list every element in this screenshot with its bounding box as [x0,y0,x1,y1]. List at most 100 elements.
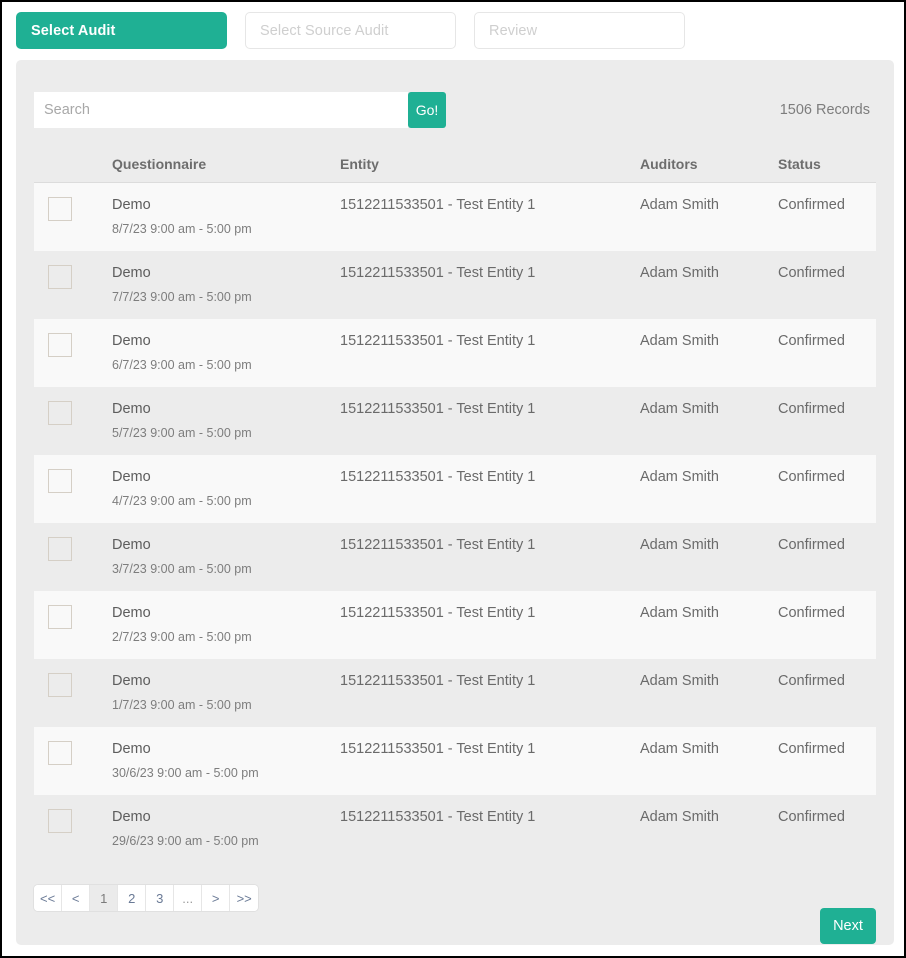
row-select-cell [34,537,112,561]
wizard-step-label: Select Audit [31,22,116,39]
questionnaire-cell: Demo 6/7/23 9:00 am - 5:00 pm [112,333,340,373]
entity-cell: 1512211533501 - Test Entity 1 [340,605,536,621]
row-select-cell [34,741,112,765]
row-checkbox[interactable] [48,673,72,697]
entity-cell: 1512211533501 - Test Entity 1 [340,741,536,757]
questionnaire-cell: Demo 4/7/23 9:00 am - 5:00 pm [112,469,340,509]
questionnaire-schedule: 4/7/23 9:00 am - 5:00 pm [112,494,252,508]
entity-cell: 1512211533501 - Test Entity 1 [340,673,536,689]
auditors-cell: Adam Smith [640,673,719,689]
row-checkbox[interactable] [48,741,72,765]
questionnaire-name: Demo [112,741,151,757]
questionnaire-schedule: 7/7/23 9:00 am - 5:00 pm [112,290,252,304]
status-cell: Confirmed [778,673,845,689]
table-row[interactable]: Demo 6/7/23 9:00 am - 5:00 pm 151221153350… [34,319,876,387]
entity-cell: 1512211533501 - Test Entity 1 [340,265,536,281]
table-row[interactable]: Demo 29/6/23 9:00 am - 5:00 pm 15122115335… [34,795,872,863]
row-checkbox[interactable] [48,469,72,493]
questionnaire-schedule: 30/6/23 9:00 am - 5:00 pm [112,766,259,780]
wizard-step-review[interactable]: Review [474,12,685,49]
row-checkbox[interactable] [48,401,72,425]
wizard-step-label: Select Source Audit [260,22,389,39]
questionnaire-cell: Demo 5/7/23 9:00 am - 5:00 pm [112,401,340,441]
pagination-ellipsis: ... [174,885,203,911]
status-cell: Confirmed [778,401,845,417]
search-group: Go! [34,92,446,128]
questionnaire-name: Demo [112,333,151,349]
pagination: << <1 2 3... > >> [34,885,259,911]
table-row[interactable]: Demo 3/7/23 9:00 am - 5:00 pm 151221153350… [34,523,872,591]
status-cell: Confirmed [778,537,845,553]
row-checkbox[interactable] [48,537,72,561]
status-cell: Confirmed [778,741,845,757]
questionnaire-schedule: 2/7/23 9:00 am - 5:00 pm [112,630,252,644]
questionnaire-name: Demo [112,605,151,621]
questionnaire-cell: Demo 7/7/23 9:00 am - 5:00 pm [112,265,340,305]
pagination-row: << <1 2 3... > >> [34,885,876,911]
questionnaire-name: Demo [112,673,151,689]
pagination-page-1[interactable]: 1 [90,885,119,911]
entity-cell: 1512211533501 - Test Entity 1 [340,333,536,349]
questionnaire-name: Demo [112,401,151,417]
wizard-steps: Select Audit Select Source Audit Review [2,2,904,57]
table-header-entity: Entity [340,156,379,172]
entity-cell: 1512211533501 - Test Entity 1 [340,469,536,485]
entity-cell: 1512211533501 - Test Entity 1 [340,537,536,553]
auditors-cell: Adam Smith [640,741,719,757]
next-button[interactable]: Next [820,908,876,944]
row-select-cell [34,673,112,697]
search-go-button[interactable]: Go! [408,92,446,128]
row-select-cell [34,333,112,357]
questionnaire-schedule: 5/7/23 9:00 am - 5:00 pm [112,426,252,440]
pagination-last[interactable]: >> [230,885,259,911]
search-input[interactable] [34,92,408,128]
questionnaire-name: Demo [112,469,151,485]
questionnaire-name: Demo [112,809,151,825]
status-cell: Confirmed [778,469,845,485]
entity-cell: 1512211533501 - Test Entity 1 [340,809,536,825]
status-cell: Confirmed [778,197,845,213]
status-cell: Confirmed [778,333,845,349]
audits-table: Questionnaire Entity Auditors Status Dem… [34,146,876,863]
row-checkbox[interactable] [48,605,72,629]
table-row[interactable]: Demo 7/7/23 9:00 am - 5:00 pm 151221153350… [34,251,872,319]
row-select-cell [34,265,112,289]
questionnaire-cell: Demo 2/7/23 9:00 am - 5:00 pm [112,605,340,645]
table-row[interactable]: Demo 8/7/23 9:00 am - 5:00 pm 151221153350… [34,183,876,251]
questionnaire-name: Demo [112,537,151,553]
pagination-next[interactable]: > [202,885,231,911]
row-select-cell [34,401,112,425]
row-checkbox[interactable] [48,265,72,289]
row-checkbox[interactable] [48,333,72,357]
auditors-cell: Adam Smith [640,333,719,349]
auditors-cell: Adam Smith [640,605,719,621]
wizard-step-select-audit[interactable]: Select Audit [16,12,227,49]
footer-actions: Next [34,908,876,944]
wizard-step-label: Review [489,22,538,39]
row-checkbox[interactable] [48,197,72,221]
status-cell: Confirmed [778,265,845,281]
pagination-first[interactable]: << [34,885,63,911]
auditors-cell: Adam Smith [640,401,719,417]
questionnaire-cell: Demo 30/6/23 9:00 am - 5:00 pm [112,741,340,781]
application-window: Select Audit Select Source Audit Review … [0,0,906,958]
auditors-cell: Adam Smith [640,537,719,553]
questionnaire-cell: Demo 3/7/23 9:00 am - 5:00 pm [112,537,340,577]
table-header-row: Questionnaire Entity Auditors Status [34,146,876,183]
entity-cell: 1512211533501 - Test Entity 1 [340,401,536,417]
table-row[interactable]: Demo 5/7/23 9:00 am - 5:00 pm 151221153350… [34,387,872,455]
wizard-step-select-source-audit[interactable]: Select Source Audit [245,12,456,49]
table-row[interactable]: Demo 4/7/23 9:00 am - 5:00 pm 151221153350… [34,455,876,523]
table-row[interactable]: Demo 1/7/23 9:00 am - 5:00 pm 151221153350… [34,659,872,727]
pagination-previous[interactable]: < [62,885,91,911]
questionnaire-schedule: 3/7/23 9:00 am - 5:00 pm [112,562,252,576]
pagination-page-3[interactable]: 3 [146,885,175,911]
pagination-page-2[interactable]: 2 [118,885,147,911]
auditors-cell: Adam Smith [640,197,719,213]
auditors-cell: Adam Smith [640,809,719,825]
table-row[interactable]: Demo 30/6/23 9:00 am - 5:00 pm 15122115335… [34,727,876,795]
table-row[interactable]: Demo 2/7/23 9:00 am - 5:00 pm 151221153350… [34,591,876,659]
row-checkbox[interactable] [48,809,72,833]
row-select-cell [34,809,112,833]
questionnaire-name: Demo [112,265,151,281]
